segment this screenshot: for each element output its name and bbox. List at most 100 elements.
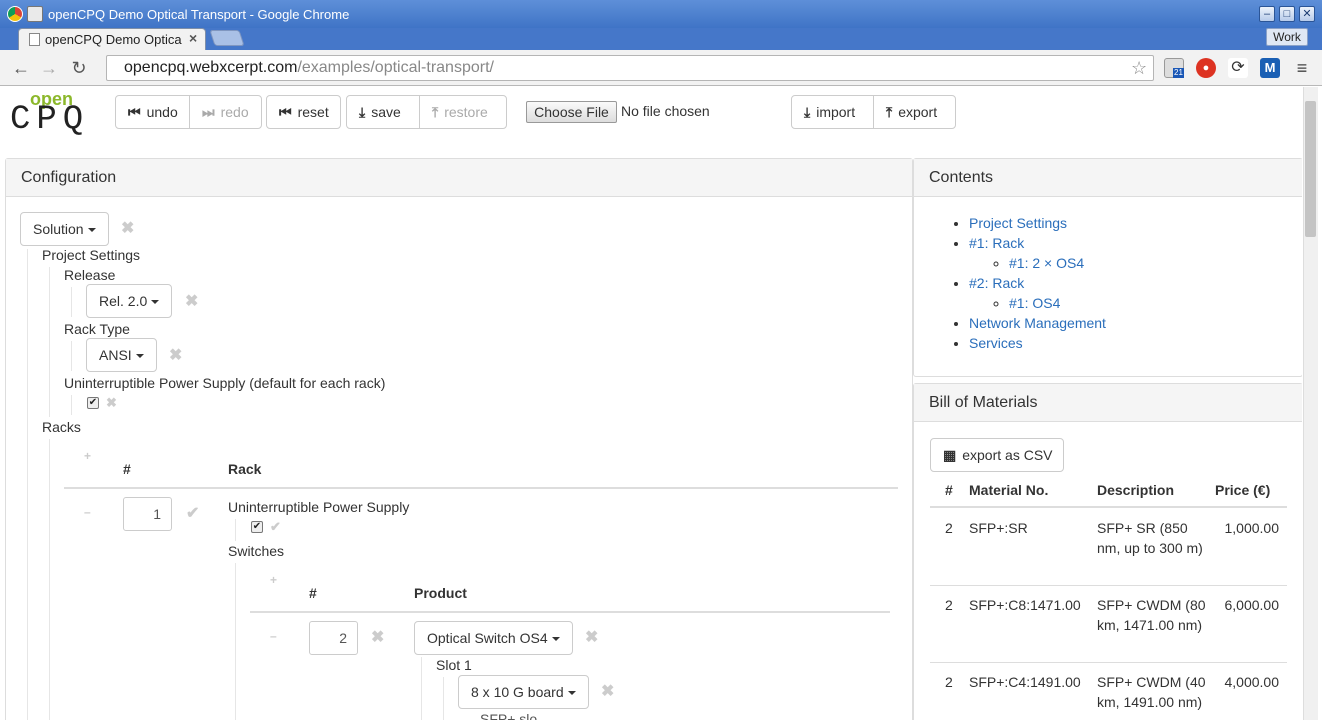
toc-link-rack-1[interactable]: #1: Rack — [969, 235, 1024, 251]
close-window-icon[interactable]: ✕ — [1299, 6, 1315, 22]
caret-down-icon — [567, 691, 576, 696]
product-dropdown[interactable]: Optical Switch OS4 — [414, 621, 573, 655]
caret-down-icon — [551, 637, 560, 642]
rack-ups-checkbox[interactable]: ✔ — [251, 521, 263, 533]
toc-link-services[interactable]: Services — [969, 335, 1023, 351]
restore-icon: ⤒ — [432, 104, 439, 120]
undo-button[interactable]: ⏮ undo — [115, 95, 190, 129]
bom-row-description: SFP+ CWDM (80 km, 1471.00 nm) — [1097, 597, 1206, 633]
switches-label: Switches — [228, 543, 285, 559]
choose-file-button[interactable]: Choose File — [526, 101, 617, 123]
page-icon — [29, 33, 40, 46]
toc-link-rack-1-switch[interactable]: #1: 2 × OS4 — [1009, 255, 1084, 271]
profile-badge[interactable]: Work — [1266, 28, 1308, 46]
save-label: save — [371, 104, 401, 120]
bom-col-material: Material No. — [969, 482, 1049, 498]
export-button[interactable]: ⤒ export — [873, 95, 956, 129]
rack-quantity-input[interactable]: 1 — [123, 497, 172, 531]
remove-row-icon[interactable]: – — [270, 629, 277, 643]
opencpq-logo: open CPQ — [10, 89, 110, 139]
export-icon: ⤒ — [886, 104, 893, 120]
export-csv-label: export as CSV — [962, 447, 1053, 463]
reset-button[interactable]: ⏮ reset — [266, 95, 341, 129]
toc-link-network-management[interactable]: Network Management — [969, 315, 1106, 331]
bom-row-material: SFP+:SR — [969, 520, 1028, 536]
solution-dropdown[interactable]: Solution — [20, 212, 109, 246]
remove-icon[interactable]: ✖ — [601, 681, 614, 701]
toc-link-project-settings[interactable]: Project Settings — [969, 215, 1067, 231]
remove-row-icon[interactable]: – — [84, 505, 91, 519]
scrollbar-thumb[interactable] — [1305, 101, 1316, 237]
sync-extension-icon[interactable]: ⟳ — [1228, 58, 1248, 78]
confirm-check-icon[interactable]: ✔ — [186, 503, 199, 523]
calendar-extension-icon[interactable]: 21 — [1164, 58, 1184, 78]
switch-quantity-input[interactable]: 2 — [309, 621, 358, 655]
release-label: Release — [64, 267, 116, 283]
toc-item: Project Settings — [969, 213, 1106, 233]
restore-button[interactable]: ⤒ restore — [419, 95, 507, 129]
bom-row-qty: 2 — [945, 597, 953, 613]
no-file-label: No file chosen — [621, 103, 710, 119]
tree-line — [27, 249, 28, 720]
remove-icon[interactable]: ✖ — [371, 627, 384, 647]
slot1-dropdown[interactable]: 8 x 10 G board — [458, 675, 589, 709]
chrome-menu-icon[interactable]: ≡ — [1292, 58, 1312, 78]
remove-icon[interactable]: ✖ — [121, 218, 134, 238]
row-divider — [930, 662, 1287, 663]
remove-icon[interactable]: ✖ — [185, 291, 198, 311]
configuration-title: Configuration — [6, 159, 912, 197]
remove-icon[interactable]: ✖ — [585, 627, 598, 647]
ups-default-checkbox[interactable]: ✔ — [87, 397, 99, 409]
add-row-icon[interactable]: + — [84, 449, 91, 463]
remove-icon[interactable]: ✖ — [106, 395, 117, 411]
bookmark-star-icon[interactable]: ☆ — [1131, 56, 1147, 80]
window-titlebar: openCPQ Demo Optical Transport - Google … — [0, 0, 1322, 28]
export-csv-button[interactable]: ▦ export as CSV — [930, 438, 1064, 472]
configuration-panel: Configuration Solution ✖ Project Setting… — [5, 158, 913, 720]
bom-panel: Bill of Materials ▦ export as CSV # Mater… — [913, 383, 1302, 720]
address-bar[interactable]: opencpq.webxcerpt.com/examples/optical-t… — [106, 55, 1154, 81]
url-path: /examples/optical-transport/ — [297, 59, 494, 76]
rack-ups-label: Uninterruptible Power Supply — [228, 499, 410, 515]
confirm-check-icon[interactable]: ✔ — [270, 519, 281, 535]
redo-icon: ⏭ — [202, 104, 215, 120]
bom-row-description: SFP+ SR (850 nm, up to 300 m) — [1097, 520, 1203, 556]
rack-type-dropdown[interactable]: ANSI — [86, 338, 157, 372]
remove-icon[interactable]: ✖ — [169, 345, 182, 365]
minimize-icon[interactable]: – — [1259, 6, 1275, 22]
new-tab-button[interactable] — [209, 30, 245, 46]
reload-icon[interactable]: ↻ — [69, 58, 89, 78]
bom-row-material: SFP+:C4:1491.00 — [969, 674, 1081, 690]
solution-label: Solution — [33, 221, 84, 237]
bom-row-material: SFP+:C8:1471.00 — [969, 597, 1081, 613]
bom-row-price: 1,000.00 — [1224, 520, 1280, 536]
toc-link-rack-2-switch[interactable]: #1: OS4 — [1009, 295, 1060, 311]
caret-down-icon — [135, 354, 144, 359]
m-extension-icon[interactable]: M — [1260, 58, 1280, 78]
logo-cpq: CPQ — [10, 101, 90, 139]
add-row-icon[interactable]: + — [270, 573, 277, 587]
stop-extension-icon[interactable]: ● — [1196, 58, 1216, 78]
redo-button[interactable]: ⏭ redo — [189, 95, 262, 129]
table-divider — [250, 611, 890, 613]
release-dropdown[interactable]: Rel. 2.0 — [86, 284, 172, 318]
browser-tab-active[interactable]: openCPQ Demo Optica × — [18, 28, 206, 51]
switches-col-product: Product — [414, 585, 467, 601]
table-divider — [930, 506, 1287, 508]
url-host: opencpq.webxcerpt.com — [124, 59, 298, 76]
bom-row-description: SFP+ CWDM (40 km, 1491.00 nm) — [1097, 674, 1206, 710]
tab-close-icon[interactable]: × — [189, 30, 197, 46]
undo-label: undo — [146, 104, 178, 120]
save-button[interactable]: ⤓ save — [346, 95, 420, 129]
maximize-icon[interactable]: □ — [1279, 6, 1295, 22]
back-icon[interactable]: ← — [11, 58, 31, 78]
rack-type-label: Rack Type — [64, 321, 130, 337]
export-label: export — [898, 104, 938, 120]
forward-icon[interactable]: → — [39, 58, 59, 78]
import-button[interactable]: ⤓ import — [791, 95, 874, 129]
save-icon: ⤓ — [359, 104, 366, 120]
toc-item: Services — [969, 333, 1106, 353]
toc-item: Network Management — [969, 313, 1106, 333]
toc-link-rack-2[interactable]: #2: Rack — [969, 275, 1024, 291]
toc-item: #1: Rack #1: 2 × OS4 — [969, 233, 1106, 273]
